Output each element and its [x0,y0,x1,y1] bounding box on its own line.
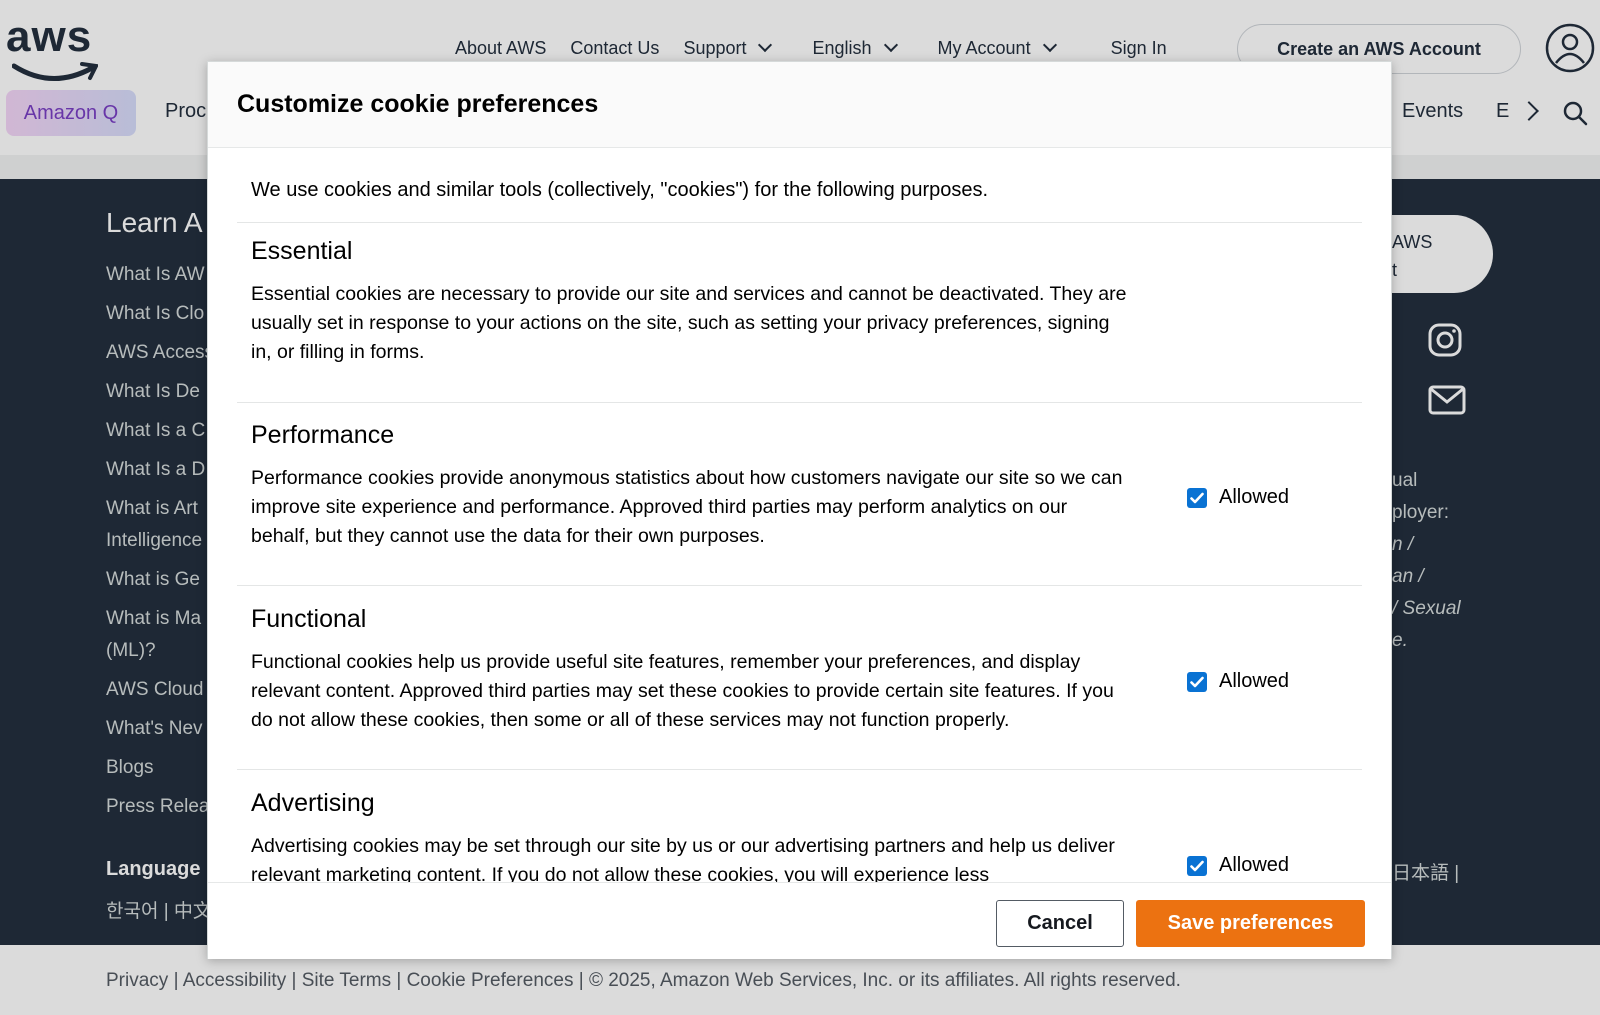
divider [237,402,1362,403]
divider [237,769,1362,770]
functional-title: Functional [251,605,367,633]
advertising-description: Advertising cookies may be set through o… [251,835,1115,882]
essential-title: Essential [251,237,353,265]
checkmark-icon [1190,676,1204,687]
performance-toggle-label: Allowed [1219,486,1290,508]
advertising-toggle-label: Allowed [1219,854,1290,876]
advertising-toggle[interactable]: Allowed [1187,854,1289,877]
performance-checkbox[interactable] [1187,487,1207,508]
modal-header: Customize cookie preferences [208,62,1391,148]
checkmark-icon [1190,492,1204,503]
intro-text: We use cookies and similar tools (collec… [251,179,989,201]
divider [237,222,1362,223]
save-preferences-button[interactable]: Save preferences [1136,900,1365,947]
cookie-preferences-modal: Customize cookie preferences We use cook… [207,61,1392,959]
modal-footer: Cancel Save preferences [208,882,1391,959]
modal-title: Customize cookie preferences [237,90,599,118]
checkmark-icon [1190,860,1204,871]
advertising-title: Advertising [251,789,375,817]
modal-body[interactable]: We use cookies and similar tools (collec… [208,149,1391,882]
advertising-checkbox[interactable] [1187,855,1207,876]
performance-description: Performance cookies provide anonymous st… [251,467,1123,547]
functional-description: Functional cookies help us provide usefu… [251,651,1114,731]
functional-toggle[interactable]: Allowed [1187,670,1289,693]
essential-description: Essential cookies are necessary to provi… [251,283,1127,363]
performance-toggle[interactable]: Allowed [1187,486,1289,509]
performance-title: Performance [251,421,395,449]
functional-checkbox[interactable] [1187,671,1207,692]
divider [237,585,1362,586]
functional-toggle-label: Allowed [1219,670,1290,692]
cancel-button[interactable]: Cancel [996,900,1124,947]
